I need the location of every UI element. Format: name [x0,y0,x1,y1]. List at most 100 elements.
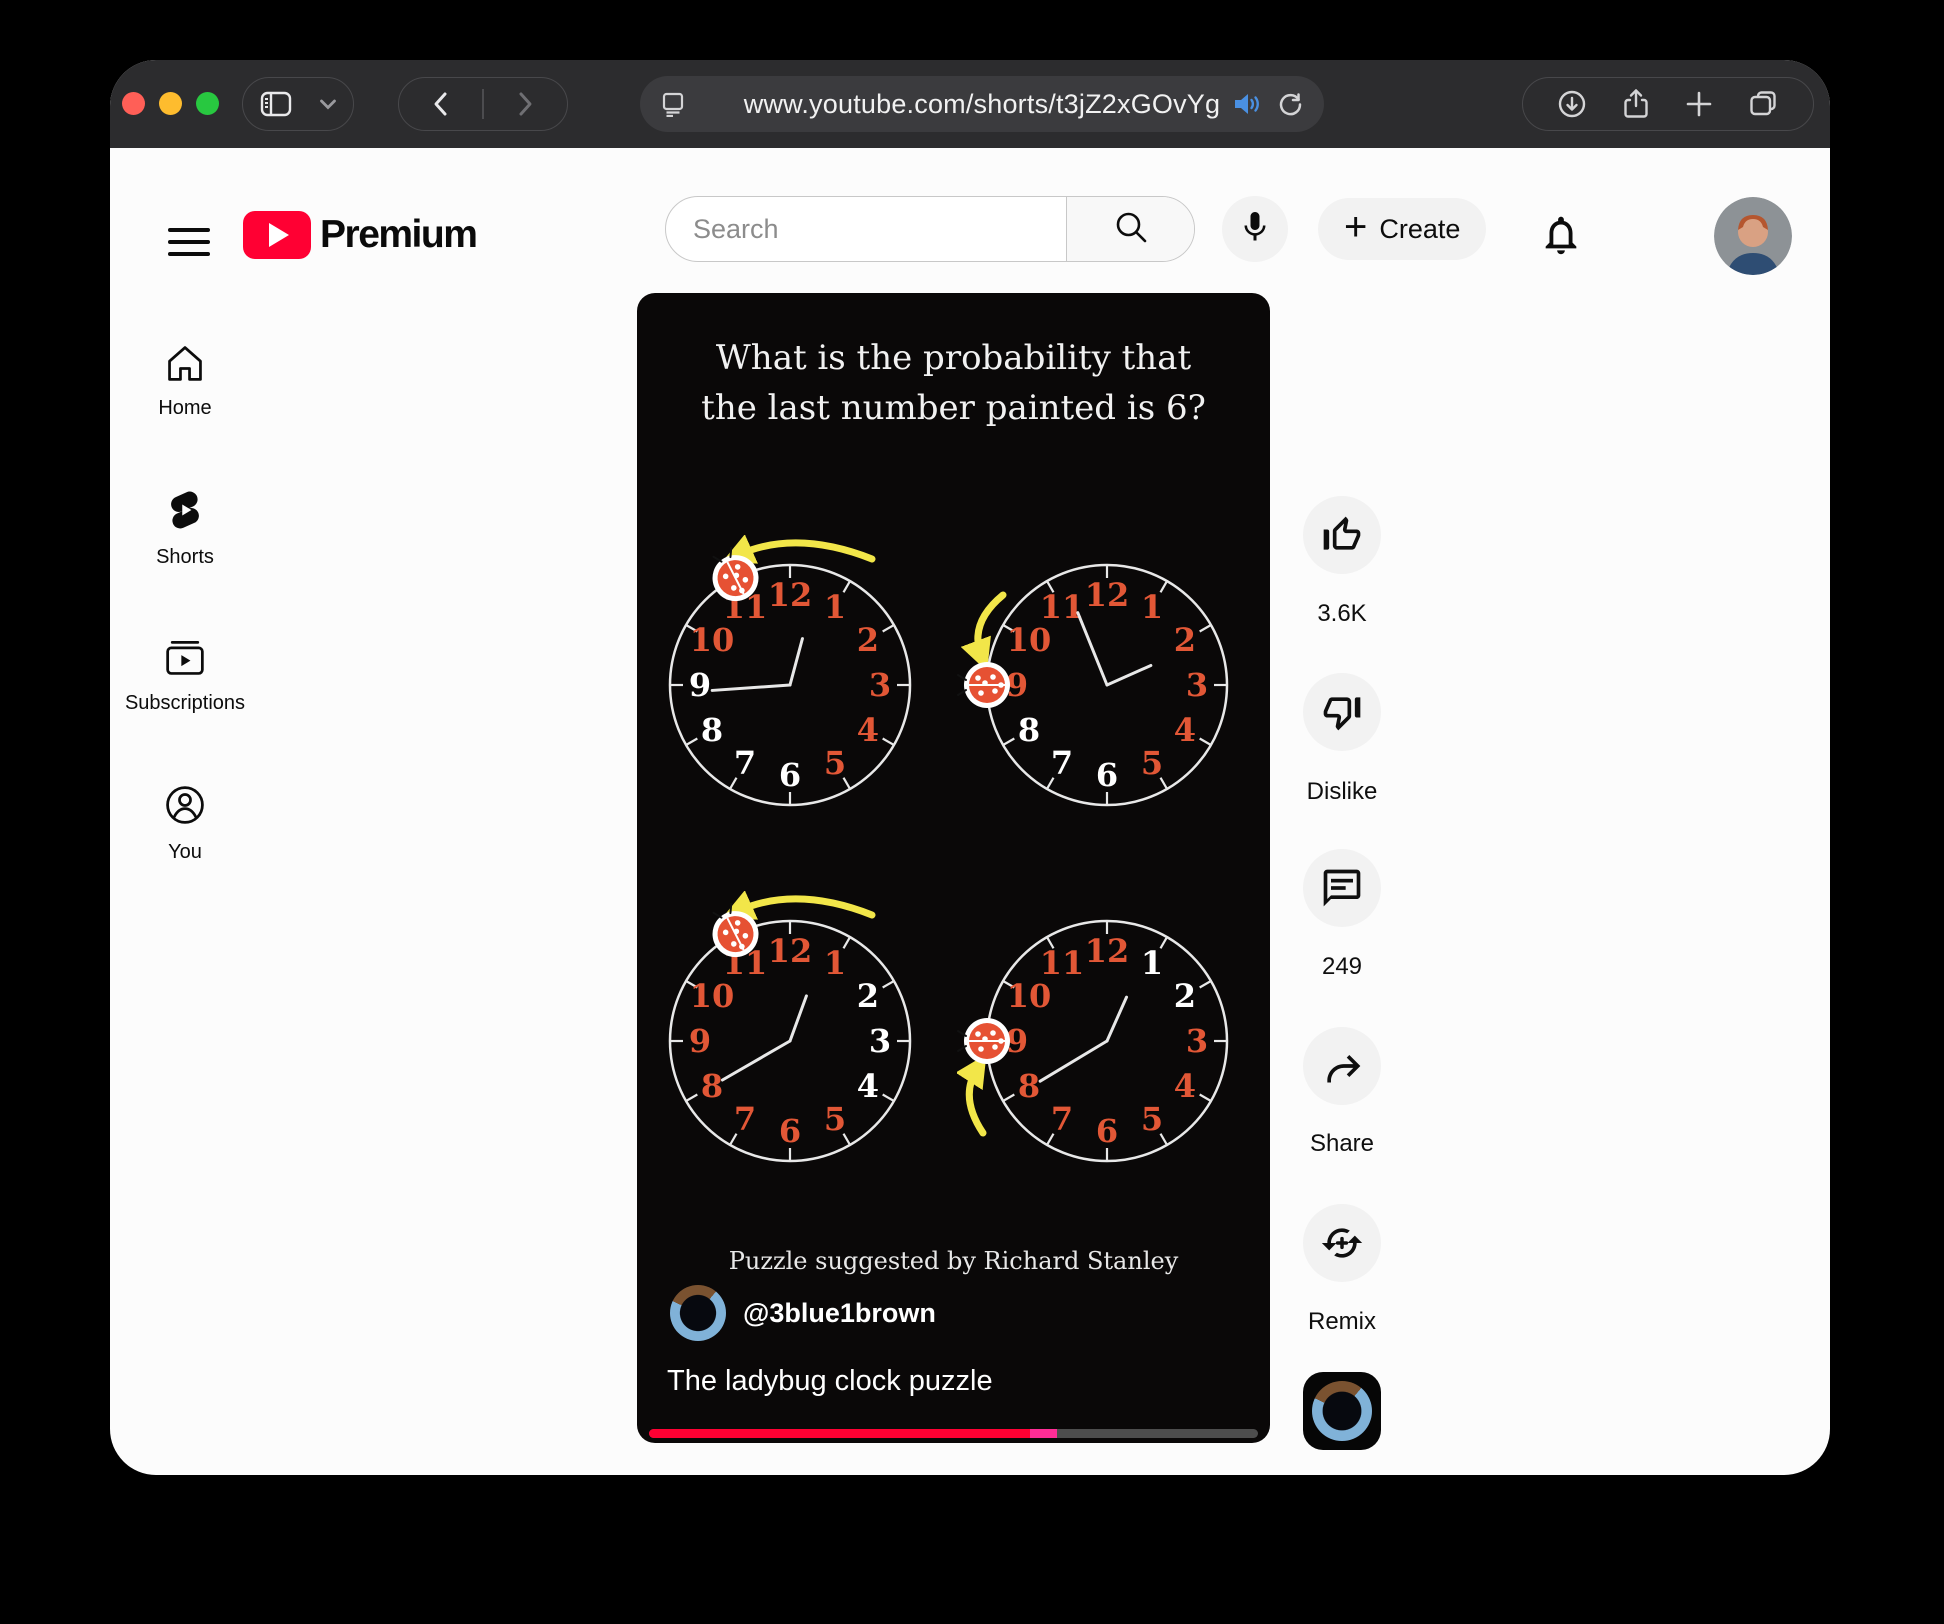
microphone-icon [1237,209,1273,250]
remix-button[interactable] [1303,1204,1381,1282]
svg-text:5: 5 [1141,744,1163,782]
svg-text:2: 2 [1174,977,1196,1015]
bell-icon [1538,245,1584,262]
sidebar-toggle-icon[interactable] [259,89,293,119]
toolbar-right-group [1522,77,1814,131]
chevron-down-icon[interactable] [319,98,337,111]
svg-text:4: 4 [1174,711,1196,749]
clock-top-right: 123456789101112 [957,535,1257,835]
svg-text:8: 8 [1018,1067,1040,1105]
menu-button[interactable] [166,222,212,262]
sidebar-item-label: Subscriptions [110,692,260,715]
svg-text:2: 2 [1174,621,1196,659]
tab-overview-icon[interactable] [1747,89,1779,119]
svg-text:4: 4 [857,1067,879,1105]
svg-text:12: 12 [1085,932,1130,970]
you-icon [163,783,207,827]
svg-text:7: 7 [734,1100,756,1138]
account-avatar[interactable] [1714,197,1792,275]
remix-label: Remix [1262,1308,1422,1336]
share-button[interactable] [1303,1027,1381,1105]
forward-button[interactable] [514,91,536,117]
svg-text:6: 6 [779,756,801,794]
search-bar: Search [665,196,1195,262]
clock-bottom-right: 123456789101112 [957,891,1257,1191]
svg-text:12: 12 [1085,576,1130,614]
svg-text:10: 10 [1007,621,1052,659]
progress-bar[interactable] [649,1429,1258,1438]
svg-text:4: 4 [1174,1067,1196,1105]
create-button[interactable]: + Create [1318,198,1486,260]
svg-text:8: 8 [701,711,723,749]
svg-text:9: 9 [689,666,711,704]
svg-text:3: 3 [869,1022,891,1060]
search-icon [1113,209,1149,250]
clock-bottom-left: 123456789101112 [640,891,940,1191]
downloads-icon[interactable] [1557,89,1587,119]
new-tab-icon[interactable] [1685,90,1713,118]
svg-text:5: 5 [1141,1100,1163,1138]
progress-scrubber[interactable] [1030,1429,1057,1438]
youtube-play-icon [243,211,311,259]
youtube-premium-logo[interactable]: Premium [243,211,476,259]
page-settings-icon[interactable] [660,91,686,117]
channel-avatar[interactable] [670,1285,726,1341]
sidebar-item-shorts[interactable]: Shorts [110,488,260,569]
subscriptions-icon [163,636,207,678]
clock-top-left: 123456789101112 [640,535,940,835]
channel-thumbnail[interactable] [1303,1372,1381,1450]
svg-text:6: 6 [1096,756,1118,794]
reload-icon[interactable] [1277,91,1304,118]
svg-text:1: 1 [1141,944,1163,982]
sidebar-item-subscriptions[interactable]: Subscriptions [110,636,260,715]
browser-toolbar: www.youtube.com/shorts/t3jZ2xGOvYg [110,60,1830,148]
minimize-window-button[interactable] [159,92,182,115]
svg-text:11: 11 [1040,944,1085,982]
thumbs-down-icon [1320,690,1364,734]
sidebar-item-you[interactable]: You [110,783,260,864]
like-count: 3.6K [1262,600,1422,628]
like-button[interactable] [1303,496,1381,574]
svg-text:12: 12 [768,576,813,614]
close-window-button[interactable] [122,92,145,115]
channel-row: @3blue1brown [670,1285,936,1341]
share-label: Share [1262,1130,1422,1158]
svg-text:12: 12 [768,932,813,970]
dislike-label: Dislike [1262,778,1422,806]
search-input[interactable]: Search [666,197,1066,261]
svg-text:7: 7 [1051,1100,1073,1138]
logo-word: Premium [320,213,476,257]
voice-search-button[interactable] [1222,196,1288,262]
create-label: Create [1379,214,1460,245]
svg-text:10: 10 [690,621,735,659]
nav-divider [482,89,484,119]
address-bar[interactable]: www.youtube.com/shorts/t3jZ2xGOvYg [640,76,1324,132]
zoom-window-button[interactable] [196,92,219,115]
back-button[interactable] [430,91,452,117]
svg-text:7: 7 [734,744,756,782]
svg-text:5: 5 [824,744,846,782]
search-placeholder: Search [693,214,779,245]
share-page-icon[interactable] [1621,88,1651,120]
channel-handle[interactable]: @3blue1brown [743,1298,936,1329]
comments-button[interactable] [1303,849,1381,927]
svg-text:1: 1 [824,588,846,626]
shorts-icon [163,488,207,532]
notifications-button[interactable] [1538,212,1584,263]
audio-playing-icon[interactable] [1233,92,1261,116]
svg-text:1: 1 [824,944,846,982]
search-button[interactable] [1066,197,1194,261]
shorts-video-player[interactable]: What is the probability that the last nu… [637,293,1270,1443]
sidebar-item-label: Shorts [110,546,260,569]
svg-text:6: 6 [779,1112,801,1150]
sidebar-item-home[interactable]: Home [110,343,260,420]
3blue1brown-logo [1312,1381,1372,1441]
comment-icon [1320,866,1364,910]
svg-text:7: 7 [1051,744,1073,782]
dislike-button[interactable] [1303,673,1381,751]
svg-text:3: 3 [869,666,891,704]
svg-text:10: 10 [690,977,735,1015]
share-icon [1320,1044,1364,1088]
svg-text:10: 10 [1007,977,1052,1015]
nav-button-group [398,77,568,131]
